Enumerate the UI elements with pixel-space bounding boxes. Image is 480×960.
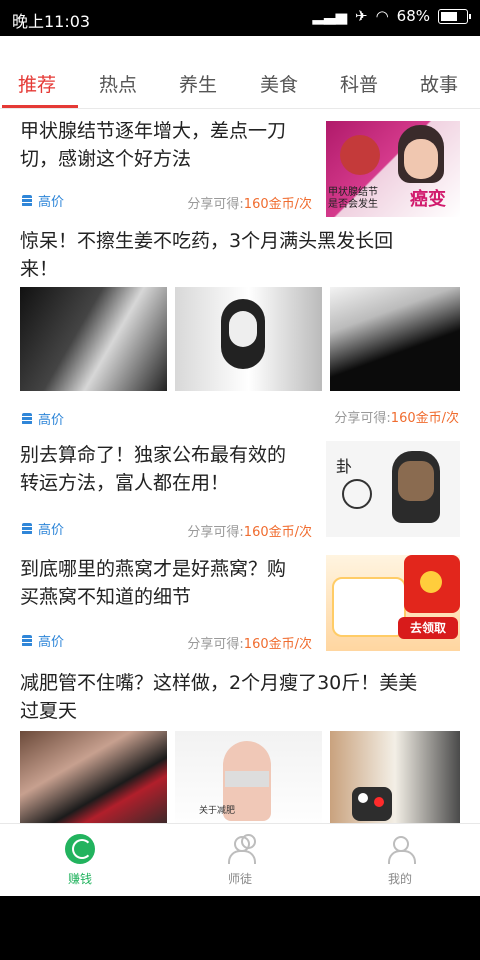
tab-health[interactable]: 养生 <box>179 70 217 97</box>
battery-percent: 68% <box>396 7 430 25</box>
list-item[interactable]: 减肥管不住嘴？这样做，2个月瘦了30斤！美美 过夏天 关于减肥 <box>0 659 480 823</box>
thumbnail-caption: 甲状腺结节 是否会发生 <box>328 187 378 210</box>
wifi-icon: ◠ <box>375 7 389 25</box>
item-image[interactable] <box>175 287 322 391</box>
active-tab-indicator <box>2 105 78 108</box>
airplane-icon: ✈ <box>354 7 368 25</box>
item-thumbnail[interactable]: 去领取 <box>326 555 460 651</box>
list-item[interactable]: 别去算命了！独家公布最有效的 转运方法，富人都在用！ 卦 高价 分享可得:160… <box>0 431 480 546</box>
app-screen: 推荐 热点 养生 美食 科普 故事 甲状腺结节逐年增大，差点一刀 切，感谢这个好… <box>0 36 480 896</box>
list-item[interactable]: 到底哪里的燕窝才是好燕窝？购 买燕窝不知道的细节 去领取 高价 分享可得:160… <box>0 545 480 660</box>
price-tag: 高价 <box>22 409 64 428</box>
item-image[interactable] <box>20 731 167 823</box>
item-title[interactable]: 甲状腺结节逐年增大，差点一刀 切，感谢这个好方法 <box>20 117 320 173</box>
refresh-icon <box>65 834 95 864</box>
news-feed: 甲状腺结节逐年增大，差点一刀 切，感谢这个好方法 甲状腺结节 是否会发生 癌变 … <box>0 109 480 823</box>
share-reward: 分享可得:160金币/次 <box>187 525 312 540</box>
status-time: 晚上11:03 <box>12 12 91 31</box>
tab-science[interactable]: 科普 <box>340 70 378 97</box>
item-title[interactable]: 减肥管不住嘴？这样做，2个月瘦了30斤！美美 过夏天 <box>20 669 460 725</box>
share-reward: 分享可得:160金币/次 <box>187 637 312 652</box>
nav-mentor[interactable]: 师徒 <box>200 834 280 887</box>
coin-stack-icon <box>22 412 32 425</box>
item-thumbnail[interactable]: 甲状腺结节 是否会发生 癌变 <box>326 121 460 217</box>
tab-recommend[interactable]: 推荐 <box>18 70 56 97</box>
share-reward: 分享可得:160金币/次 <box>187 197 312 212</box>
status-icons: ▂▃▅ ✈ ◠ 68% <box>312 7 471 25</box>
thumbnail-caption: 关于减肥 <box>199 806 236 816</box>
price-tag: 高价 <box>22 631 64 650</box>
nav-mine[interactable]: 我的 <box>360 834 440 887</box>
get-reward-button[interactable]: 去领取 <box>398 617 458 639</box>
price-tag: 高价 <box>22 191 64 210</box>
coin-stack-icon <box>22 194 32 207</box>
item-title[interactable]: 到底哪里的燕窝才是好燕窝？购 买燕窝不知道的细节 <box>20 555 320 611</box>
signal-icon: ▂▃▅ <box>312 7 347 25</box>
list-item[interactable]: 惊呆！不擦生姜不吃药，3个月满头黑发长回 来！ 高价 分享可得:160金币/次 <box>0 217 480 432</box>
item-image[interactable] <box>20 287 167 391</box>
tab-hot[interactable]: 热点 <box>99 70 137 97</box>
nav-mentor-label: 师徒 <box>227 872 252 886</box>
person-icon <box>385 834 416 864</box>
coin-stack-icon <box>22 522 32 535</box>
item-thumbnail[interactable]: 卦 <box>326 441 460 537</box>
item-image[interactable] <box>330 731 460 823</box>
tab-story[interactable]: 故事 <box>420 70 458 97</box>
bottom-nav: 赚钱 师徒 我的 <box>0 823 480 896</box>
status-bar: 晚上11:03 ▂▃▅ ✈ ◠ 68% <box>0 0 480 36</box>
nav-earn-label: 赚钱 <box>67 872 92 886</box>
price-tag: 高价 <box>22 519 64 538</box>
battery-icon <box>438 8 471 24</box>
tab-food[interactable]: 美食 <box>260 70 298 97</box>
item-image[interactable]: 关于减肥 <box>175 731 322 823</box>
thumbnail-glyph: 卦 <box>336 457 353 476</box>
thumbnail-headline: 癌变 <box>410 189 446 210</box>
item-title[interactable]: 惊呆！不擦生姜不吃药，3个月满头黑发长回 来！ <box>20 227 460 283</box>
list-item[interactable]: 甲状腺结节逐年增大，差点一刀 切，感谢这个好方法 甲状腺结节 是否会发生 癌变 … <box>0 109 480 218</box>
nav-earn[interactable]: 赚钱 <box>40 834 120 887</box>
share-reward: 分享可得:160金币/次 <box>334 411 459 426</box>
category-tabs: 推荐 热点 养生 美食 科普 故事 <box>0 36 480 109</box>
coin-stack-icon <box>22 634 32 647</box>
item-title[interactable]: 别去算命了！独家公布最有效的 转运方法，富人都在用！ <box>20 441 320 497</box>
nav-mine-label: 我的 <box>387 872 412 886</box>
item-image[interactable] <box>330 287 460 391</box>
people-icon <box>225 834 256 864</box>
